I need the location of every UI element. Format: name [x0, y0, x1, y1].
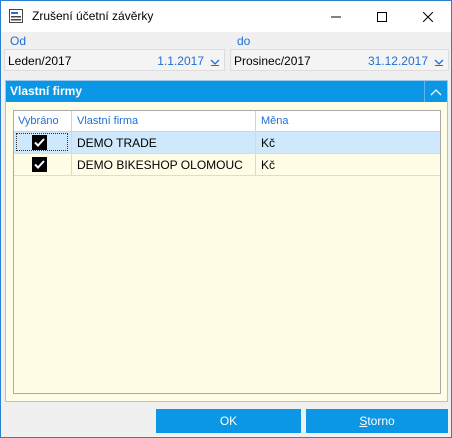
chevron-down-icon[interactable] — [434, 56, 444, 70]
from-label: Od — [10, 34, 27, 48]
table-header: Vybráno Vlastní firma Měna — [14, 111, 440, 132]
to-period-value: Prosinec/2017 — [234, 54, 311, 68]
from-date-value: 1.1.2017 — [157, 54, 204, 68]
to-label: do — [237, 34, 251, 48]
from-period-value: Leden/2017 — [8, 54, 72, 68]
table-row[interactable]: DEMO BIKESHOP OLOMOUC Kč — [14, 154, 440, 176]
title-bar[interactable]: Zrušení účetní závěrky — [1, 1, 451, 32]
from-period-field[interactable]: Leden/2017 1.1.2017 — [4, 49, 225, 71]
dialog-window: Zrušení účetní závěrky Od Leden/2017 1.1… — [0, 0, 452, 438]
cancel-button-accesskey: S — [359, 414, 368, 428]
selected-cell[interactable] — [14, 154, 72, 175]
ok-button-label: OK — [219, 414, 238, 428]
company-cell: DEMO TRADE — [72, 132, 256, 153]
column-header-company[interactable]: Vlastní firma — [72, 111, 256, 131]
table-row[interactable]: DEMO TRADE Kč — [14, 132, 440, 154]
checkmark-icon — [34, 138, 45, 147]
company-cell: DEMO BIKESHOP OLOMOUC — [72, 154, 256, 175]
row-checkbox[interactable] — [32, 157, 47, 172]
column-header-selected[interactable]: Vybráno — [14, 111, 72, 131]
to-date-value: 31.12.2017 — [367, 54, 428, 68]
minimize-button[interactable] — [313, 1, 359, 32]
minimize-icon — [331, 16, 341, 17]
close-icon — [423, 11, 433, 22]
window-title: Zrušení účetní závěrky — [32, 9, 154, 23]
collapse-button[interactable] — [424, 81, 447, 102]
currency-cell: Kč — [261, 136, 276, 150]
currency-cell: Kč — [261, 158, 276, 172]
ok-button[interactable]: OK — [156, 409, 301, 433]
cancel-button[interactable]: Storno — [306, 409, 448, 433]
selected-cell[interactable] — [14, 132, 72, 153]
companies-group: Vlastní firmy Vybráno Vlastní firma Měna — [5, 80, 448, 402]
companies-group-title: Vlastní firmy — [10, 84, 83, 98]
column-header-currency[interactable]: Měna — [256, 111, 440, 131]
row-checkbox[interactable] — [32, 135, 47, 150]
close-button[interactable] — [405, 1, 451, 32]
companies-group-header: Vlastní firmy — [6, 81, 447, 102]
app-icon — [9, 9, 23, 23]
chevron-up-icon — [430, 88, 442, 95]
to-period-field[interactable]: Prosinec/2017 31.12.2017 — [230, 49, 449, 71]
chevron-down-icon[interactable] — [210, 56, 220, 70]
cancel-button-label: torno — [367, 414, 395, 428]
maximize-icon — [377, 11, 387, 22]
checkmark-icon — [34, 160, 45, 169]
maximize-button[interactable] — [359, 1, 405, 32]
companies-table[interactable]: Vybráno Vlastní firma Měna DEMO TRADE Kč… — [13, 110, 441, 394]
